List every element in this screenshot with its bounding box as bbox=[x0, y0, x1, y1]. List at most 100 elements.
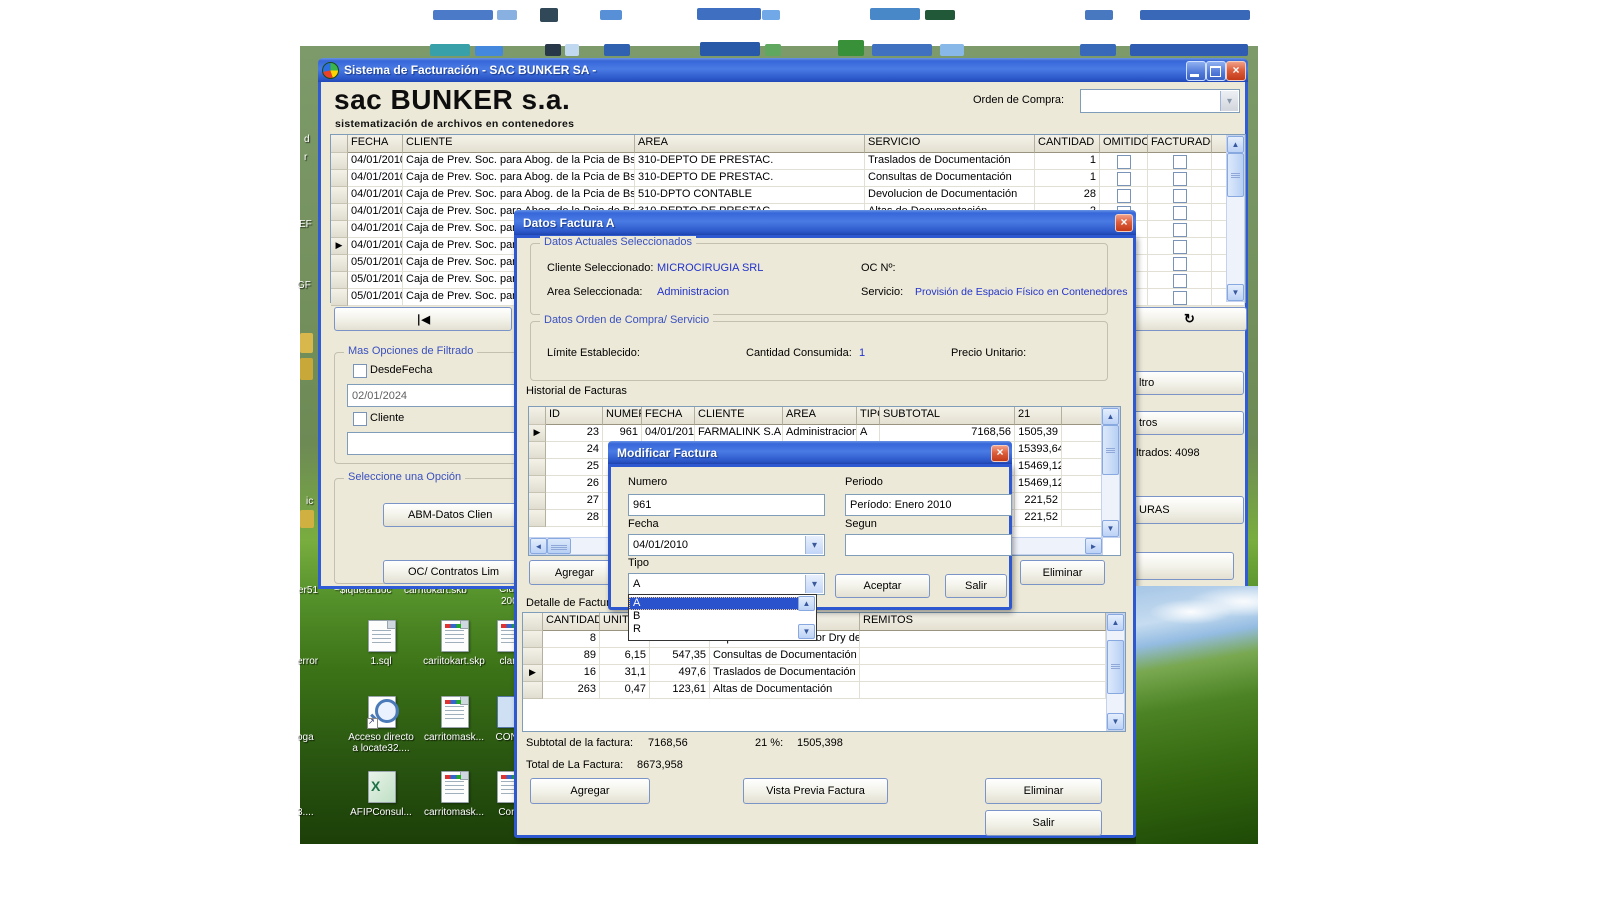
desktop-icon-label[interactable]: a locate32.... bbox=[338, 743, 424, 754]
detalle-eliminar-button[interactable]: Eliminar bbox=[985, 778, 1102, 804]
facturado-checkbox[interactable] bbox=[1173, 240, 1187, 254]
column-header[interactable]: FACTURADO bbox=[1148, 135, 1212, 153]
scroll-up-icon[interactable]: ▲ bbox=[1107, 614, 1124, 631]
scroll-up-icon[interactable]: ▲ bbox=[1102, 408, 1119, 425]
historial-agregar-button[interactable]: Agregar bbox=[529, 560, 620, 585]
maximize-button[interactable] bbox=[1206, 61, 1226, 81]
orden-de-compra-combo[interactable]: ▾ bbox=[1080, 89, 1240, 113]
facturado-checkbox[interactable] bbox=[1173, 172, 1187, 186]
column-header[interactable]: CANTIDAD bbox=[543, 613, 600, 631]
scroll-up-icon[interactable]: ▲ bbox=[798, 596, 815, 611]
column-header[interactable]: FECHA bbox=[642, 407, 695, 425]
facturado-checkbox[interactable] bbox=[1173, 291, 1187, 305]
desktop-label-fragment[interactable]: EF bbox=[299, 219, 312, 230]
segun-input[interactable] bbox=[845, 534, 1012, 556]
quitar-filtros-button[interactable]: tros bbox=[1128, 411, 1244, 435]
desktop-label-fragment[interactable]: error bbox=[297, 656, 318, 667]
vertical-scrollbar[interactable]: ▲▼ bbox=[1101, 407, 1120, 538]
scroll-thumb[interactable] bbox=[1227, 153, 1244, 197]
scroll-down-icon[interactable]: ▼ bbox=[1107, 713, 1124, 730]
column-header[interactable]: OMITIDO bbox=[1100, 135, 1148, 153]
facturado-checkbox[interactable] bbox=[1173, 257, 1187, 271]
column-header[interactable]: CLIENTE bbox=[695, 407, 783, 425]
main-titlebar[interactable]: Sistema de Facturación - SAC BUNKER SA - bbox=[318, 58, 1248, 82]
column-header[interactable]: SUBTOTAL bbox=[880, 407, 1015, 425]
minimize-button[interactable] bbox=[1186, 61, 1206, 81]
modificar-close-icon[interactable]: × bbox=[991, 445, 1009, 462]
column-header[interactable]: CANTIDAD bbox=[1035, 135, 1100, 153]
nav-first-button[interactable]: ∣◀ bbox=[334, 307, 512, 331]
magnifier-icon[interactable] bbox=[368, 696, 396, 728]
tipo-chevron-down-icon[interactable]: ▾ bbox=[805, 575, 823, 593]
salir-button[interactable]: Salir bbox=[985, 810, 1102, 836]
tipo-combo[interactable]: A ▾ bbox=[628, 573, 825, 595]
facturado-checkbox[interactable] bbox=[1173, 274, 1187, 288]
fecha-chevron-down-icon[interactable]: ▾ bbox=[805, 536, 823, 554]
datos-dialog-close-icon[interactable]: × bbox=[1115, 214, 1133, 232]
omitido-checkbox[interactable] bbox=[1117, 172, 1131, 186]
column-header[interactable]: AREA bbox=[783, 407, 857, 425]
desktop-label-fragment[interactable]: ic bbox=[306, 496, 313, 507]
facturado-checkbox[interactable] bbox=[1173, 155, 1187, 169]
skp-icon[interactable] bbox=[441, 620, 469, 652]
skp-icon[interactable] bbox=[441, 696, 469, 728]
column-header[interactable]: ID bbox=[546, 407, 603, 425]
vista-previa-button[interactable]: Vista Previa Factura bbox=[743, 778, 888, 804]
aceptar-button[interactable]: Aceptar bbox=[835, 574, 930, 598]
tipo-option[interactable]: A bbox=[629, 597, 799, 610]
modificar-salir-button[interactable]: Salir bbox=[945, 574, 1007, 598]
omitido-checkbox[interactable] bbox=[1117, 155, 1131, 169]
scroll-down-icon[interactable]: ▼ bbox=[1102, 520, 1119, 537]
facturado-checkbox[interactable] bbox=[1173, 189, 1187, 203]
table-row[interactable]: ▶1631,1497,6Traslados de Documentación bbox=[523, 665, 1125, 682]
table-row[interactable]: 04/01/2010Caja de Prev. Soc. para Abog. … bbox=[331, 170, 1245, 187]
aplicar-filtro-button[interactable]: ltro bbox=[1128, 371, 1244, 395]
column-header[interactable]: TIPO bbox=[857, 407, 880, 425]
fecha-combo[interactable]: 04/01/2010 ▾ bbox=[628, 534, 825, 556]
desktop-label-fragment[interactable]: 3.... bbox=[297, 807, 314, 818]
chevron-down-icon[interactable]: ▾ bbox=[1220, 91, 1238, 111]
column-header[interactable]: 21 bbox=[1015, 407, 1062, 425]
desktop-label-fragment[interactable]: GF bbox=[297, 280, 311, 291]
tipo-option[interactable]: B bbox=[629, 610, 799, 623]
hidden-partial-button[interactable] bbox=[1128, 552, 1234, 580]
table-row[interactable]: 04/01/2010Caja de Prev. Soc. para Abog. … bbox=[331, 187, 1245, 204]
facturado-checkbox[interactable] bbox=[1173, 223, 1187, 237]
table-row[interactable]: ▶2396104/01/2010FARMALINK S.A.Administra… bbox=[529, 425, 1120, 442]
periodo-input[interactable]: Período: Enero 2010 bbox=[845, 494, 1012, 516]
notepad-icon[interactable] bbox=[368, 620, 396, 652]
datos-dialog-titlebar[interactable]: Datos Factura A bbox=[514, 210, 1136, 235]
facturado-checkbox[interactable] bbox=[1173, 206, 1187, 220]
table-row[interactable]: 896,15547,35Consultas de Documentación bbox=[523, 648, 1125, 665]
scroll-left-icon[interactable]: ◄ bbox=[530, 538, 547, 554]
facturas-button[interactable]: URAS bbox=[1128, 496, 1244, 524]
refresh-button[interactable]: ↻ bbox=[1132, 307, 1247, 331]
column-header[interactable]: NUMERO bbox=[603, 407, 642, 425]
desde-fecha-checkbox[interactable] bbox=[353, 364, 367, 378]
historial-eliminar-button[interactable]: Eliminar bbox=[1020, 560, 1105, 585]
tipo-dropdown-list[interactable]: ABR ▲ ▼ bbox=[628, 594, 817, 641]
numero-input[interactable]: 961 bbox=[628, 494, 825, 516]
column-header[interactable]: CLIENTE bbox=[403, 135, 635, 153]
column-header[interactable]: AREA bbox=[635, 135, 865, 153]
detalle-agregar-button[interactable]: Agregar bbox=[530, 778, 650, 804]
column-header[interactable]: REMITOS bbox=[860, 613, 1106, 631]
scroll-down-icon[interactable]: ▼ bbox=[798, 624, 815, 639]
scroll-thumb[interactable] bbox=[1107, 640, 1124, 694]
scroll-down-icon[interactable]: ▼ bbox=[1227, 284, 1244, 301]
column-header[interactable]: FECHA bbox=[348, 135, 403, 153]
scroll-thumb[interactable] bbox=[547, 538, 571, 554]
scroll-up-icon[interactable]: ▲ bbox=[1227, 136, 1244, 153]
table-row[interactable]: 2630,47123,61Altas de Documentación bbox=[523, 682, 1125, 699]
close-button[interactable]: × bbox=[1226, 61, 1246, 81]
excel-icon[interactable]: X bbox=[368, 771, 396, 803]
omitido-checkbox[interactable] bbox=[1117, 189, 1131, 203]
modificar-titlebar[interactable]: Modificar Factura bbox=[608, 441, 1012, 464]
skp-icon[interactable] bbox=[441, 771, 469, 803]
table-row[interactable]: 87506000Alquiler de Contenedor Dry de 20… bbox=[523, 631, 1125, 648]
vertical-scrollbar[interactable]: ▲▼ bbox=[1106, 613, 1125, 731]
tipo-option[interactable]: R bbox=[629, 623, 799, 636]
desktop-label-fragment[interactable]: oga bbox=[297, 732, 314, 743]
vertical-scrollbar[interactable]: ▲▼ bbox=[1226, 135, 1245, 302]
scroll-thumb[interactable] bbox=[1102, 425, 1119, 475]
